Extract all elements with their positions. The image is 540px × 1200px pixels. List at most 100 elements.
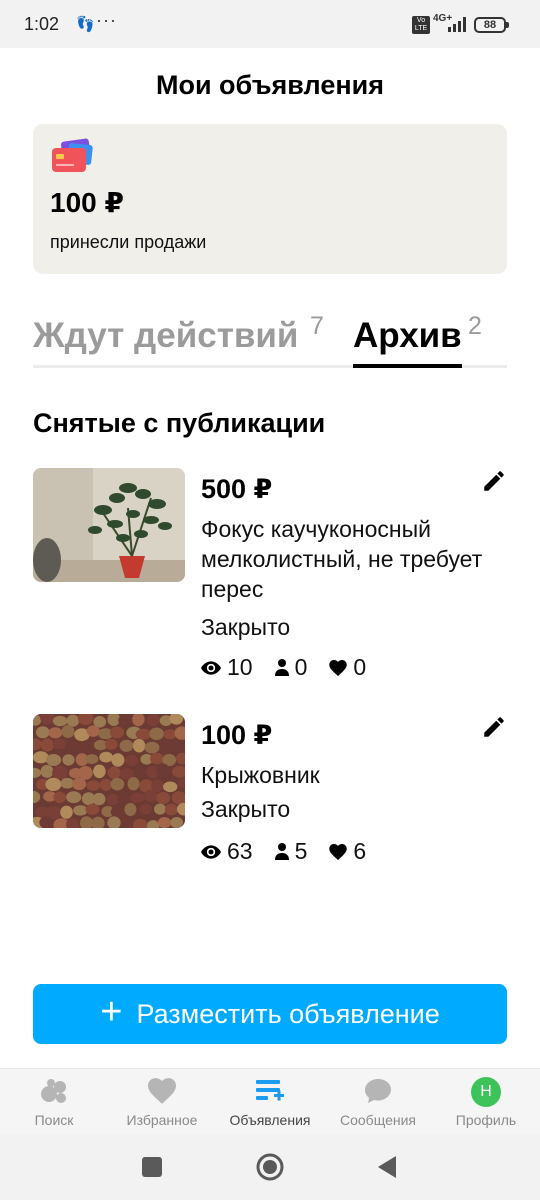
eye-icon: [201, 660, 221, 675]
berry-shape: [65, 740, 80, 751]
berry-shape: [92, 792, 106, 806]
berry-shape: [80, 740, 94, 754]
berry-shape: [133, 766, 146, 779]
wallet-icon: [52, 138, 93, 172]
sales-caption: принесли продажи: [50, 232, 207, 252]
berry-shape: [150, 752, 164, 765]
person-icon: [274, 659, 289, 676]
edit-icon[interactable]: [481, 714, 507, 740]
berry-shape: [144, 789, 158, 803]
more-notifications-icon: ···: [96, 10, 117, 30]
nav-messages[interactable]: Сообщения: [324, 1069, 432, 1135]
berry-shape: [40, 764, 54, 778]
nav-label: Сообщения: [340, 1112, 416, 1128]
listing-price: 500 ₽: [201, 474, 273, 504]
edit-icon[interactable]: [481, 468, 507, 494]
berry-shape: [109, 726, 125, 739]
berry-shape: [85, 803, 100, 815]
berry-shape: [118, 714, 132, 726]
post-ad-button[interactable]: + Разместить объявление: [33, 984, 507, 1044]
listing-stats: 10 0 0: [201, 654, 388, 681]
berry-shape: [99, 751, 113, 763]
listing-item[interactable]: 100 ₽ Крыжовник Закрыто 63 5 6: [33, 714, 507, 874]
berry-shape: [163, 781, 178, 793]
views-stat: 63: [201, 838, 253, 865]
tab-pending-label: Ждут действий: [33, 316, 299, 355]
nav-listings[interactable]: Объявления: [216, 1069, 324, 1135]
berry-shape: [48, 727, 63, 739]
berry-shape: [124, 803, 137, 816]
berry-shape: [164, 803, 178, 816]
berry-shape: [52, 738, 67, 750]
contacts-count: 0: [294, 654, 308, 680]
berry-shape: [111, 753, 125, 767]
signal-icon: [448, 17, 466, 32]
views-count: 63: [227, 838, 253, 864]
berry-shape: [159, 739, 174, 753]
nav-label: Профиль: [455, 1112, 517, 1128]
berry-shape: [129, 792, 145, 803]
tab-archive-label: Архив: [353, 316, 462, 355]
heart-icon: [329, 843, 348, 860]
berry-shape: [144, 741, 160, 754]
berry-shape: [62, 754, 75, 766]
berry-shape: [117, 793, 133, 805]
berry-shape: [139, 803, 152, 815]
berry-shape: [60, 805, 73, 819]
back-button[interactable]: [376, 1155, 398, 1179]
heart-icon: [148, 1078, 176, 1104]
listing-photo[interactable]: [33, 714, 185, 828]
berry-shape: [156, 763, 171, 778]
listing-status: Закрыто: [201, 796, 291, 822]
recents-button[interactable]: [141, 1156, 163, 1178]
berry-shape: [52, 715, 68, 727]
status-time: 1:02: [24, 14, 60, 34]
tab-archive[interactable]: Архив 2: [353, 312, 482, 368]
berry-shape: [110, 777, 125, 791]
berry-shape: [132, 738, 146, 753]
tab-pending[interactable]: Ждут действий 7: [33, 312, 324, 366]
berry-shape: [135, 728, 152, 740]
listing-photo[interactable]: [33, 468, 185, 582]
listing-item[interactable]: 500 ₽ Фокус каучуконосный мелколистный, …: [33, 468, 507, 688]
berry-shape: [163, 729, 177, 740]
home-button[interactable]: [256, 1153, 284, 1181]
contacts-stat: 5: [274, 838, 307, 865]
berry-shape: [53, 791, 66, 803]
berry-shape: [125, 754, 138, 766]
listing-title: Крыжовник: [201, 762, 320, 788]
tab-pending-count: 7: [310, 312, 324, 340]
favorites-stat: 0: [329, 654, 366, 681]
berry-shape: [61, 725, 75, 738]
views-stat: 10: [201, 654, 253, 681]
listing-title: Фокус каучуконосный мелколистный, не тре…: [201, 516, 483, 602]
berry-shape: [147, 714, 160, 727]
berry-shape: [78, 766, 93, 780]
nav-favorites[interactable]: Избранное: [108, 1069, 216, 1135]
nav-label: Избранное: [126, 1112, 198, 1128]
berry-shape: [85, 754, 99, 765]
nav-search[interactable]: Поиск: [0, 1069, 108, 1135]
bottom-nav: Поиск Избранное Объявления Сообщения Н П…: [0, 1068, 540, 1134]
listings-icon: [256, 1080, 284, 1101]
tab-archive-count: 2: [468, 312, 482, 340]
battery-icon: 88: [474, 17, 509, 33]
nav-profile[interactable]: Н Профиль: [432, 1069, 540, 1135]
section-title: Снятые с публикации: [33, 408, 326, 438]
berry-shape: [73, 805, 88, 816]
contacts-stat: 0: [274, 654, 308, 681]
favorites-stat: 6: [329, 838, 366, 865]
tabs: Ждут действий 7 Архив 2: [33, 312, 507, 368]
berry-shape: [149, 727, 164, 741]
plus-icon: +: [100, 991, 123, 1033]
search-icon: [41, 1079, 66, 1103]
status-bar: 1:02 👣 ··· Vo LTE 4G+ 88: [0, 0, 540, 48]
berry-shape: [52, 765, 68, 780]
berry-shape: [157, 817, 172, 828]
berry-shape: [156, 791, 170, 805]
heart-icon: [329, 659, 348, 676]
berry-shape: [93, 764, 106, 779]
favorites-count: 0: [353, 654, 367, 680]
berry-shape: [119, 739, 134, 752]
berry-shape: [127, 777, 140, 791]
